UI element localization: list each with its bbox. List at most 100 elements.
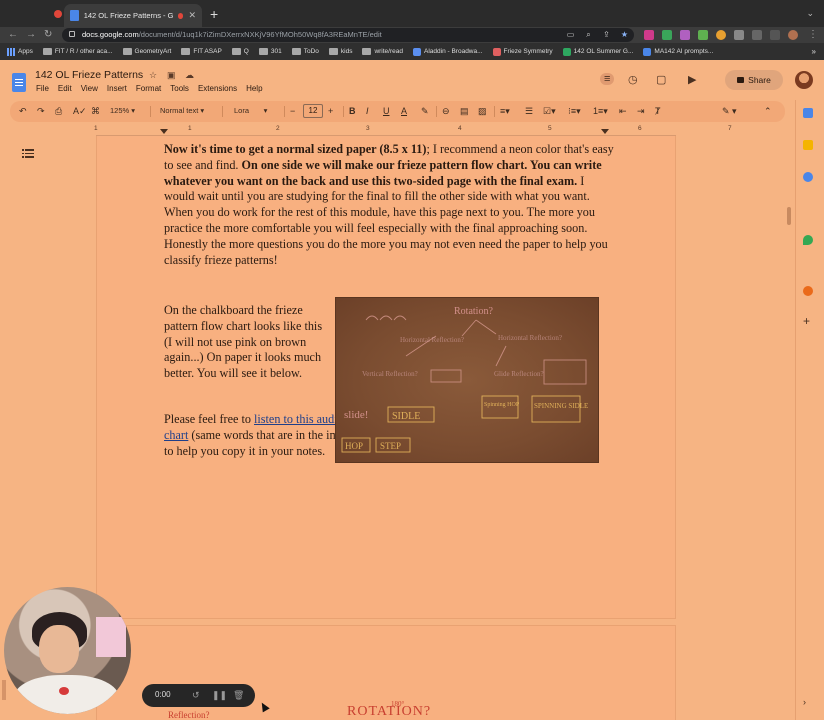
media-icon[interactable] [752, 30, 762, 40]
extensions-puzzle-icon[interactable] [734, 30, 744, 40]
align-icon[interactable]: ≡▾ [500, 105, 510, 117]
spellcheck-icon[interactable]: A✓ [73, 105, 87, 117]
bookmark-folder[interactable]: ToDo [291, 48, 319, 55]
italic-icon[interactable]: I [366, 105, 369, 117]
version-history-icon[interactable]: ◷ [628, 73, 638, 86]
menu-tools[interactable]: Tools [170, 84, 189, 93]
bookmark-link[interactable]: MA142 AI prompts... [643, 47, 713, 56]
kebab-menu-icon[interactable]: ⋮ [808, 28, 818, 42]
clear-formatting-icon[interactable]: Ⱦ [655, 105, 661, 117]
share-page-icon[interactable]: ⇪ [602, 30, 611, 39]
bookmark-star-icon[interactable]: ★ [620, 30, 629, 39]
get-addons-icon[interactable]: + [803, 315, 813, 327]
pinterest-extension-icon[interactable] [644, 30, 654, 40]
cloud-saved-icon[interactable]: ☁ [185, 70, 194, 81]
address-bar[interactable]: docs.google.com/document/d/1uq1k7iZimDXe… [62, 28, 634, 42]
forward-icon[interactable]: → [26, 28, 36, 42]
paragraph-instructions[interactable]: Now it's time to get a normal sized pape… [164, 142, 614, 268]
keep-icon[interactable] [803, 140, 813, 150]
grammar-extension-icon[interactable] [662, 30, 672, 40]
share-button[interactable]: Share [725, 70, 783, 90]
bookmark-folder[interactable]: kids [328, 48, 352, 55]
bold-icon[interactable]: B [349, 105, 356, 117]
underline-icon[interactable]: U [383, 105, 390, 117]
bulleted-list-icon[interactable]: ⁝≡▾ [568, 105, 581, 117]
text-color-icon[interactable]: A [401, 105, 407, 117]
increase-indent-icon[interactable]: ⇥ [637, 105, 645, 117]
print-icon[interactable]: ⎙ [55, 105, 62, 117]
restart-recording-icon[interactable]: ↺ [192, 690, 200, 701]
vertical-scrollbar[interactable] [787, 207, 791, 225]
decrease-indent-icon[interactable]: ⇤ [619, 105, 627, 117]
style-select[interactable]: Normal text ▾ [160, 105, 204, 117]
left-indent-marker[interactable] [160, 129, 168, 134]
back-icon[interactable]: ← [8, 28, 18, 42]
browser-tab-active[interactable]: 142 OL Frieze Patterns - G ✕ [64, 4, 202, 27]
sidebar-icon[interactable] [770, 30, 780, 40]
insert-image-icon[interactable]: ▨ [478, 105, 487, 117]
menu-insert[interactable]: Insert [107, 84, 127, 93]
checklist-icon[interactable]: ☑▾ [543, 105, 556, 117]
bookmark-link[interactable]: Aladdin - Broadwa... [413, 47, 483, 56]
paragraph-chalkboard[interactable]: On the chalkboard the frieze pattern flo… [164, 303, 330, 382]
add-comment-icon[interactable]: ▤ [460, 105, 469, 117]
tab-search-icon[interactable]: ⌄ [806, 8, 814, 19]
menu-format[interactable]: Format [136, 84, 161, 93]
webcam-overlay[interactable] [4, 587, 131, 714]
decrease-font-icon[interactable]: − [290, 105, 295, 117]
bookmark-folder[interactable]: GeometryArt [122, 48, 171, 55]
document-outline-icon[interactable] [22, 148, 34, 158]
tasks-icon[interactable] [803, 172, 813, 182]
right-indent-marker[interactable] [601, 129, 609, 134]
bookmark-folder[interactable]: FIT / R / other aca... [42, 48, 113, 55]
docs-home-icon[interactable] [12, 73, 26, 92]
star-icon[interactable]: ☆ [149, 70, 157, 81]
new-tab-button[interactable]: + [210, 7, 218, 21]
reload-icon[interactable]: ↻ [44, 28, 52, 42]
bookmark-link[interactable]: Frieze Symmetry [492, 47, 553, 56]
redo-icon[interactable]: ↷ [37, 105, 45, 117]
close-tab-icon[interactable]: ✕ [188, 10, 196, 21]
bookmark-link[interactable]: 142 OL Summer G... [562, 47, 633, 56]
meet-video-icon[interactable]: ▶ [688, 73, 696, 86]
increase-font-icon[interactable]: + [328, 105, 333, 117]
delete-recording-icon[interactable]: 🗑 [233, 690, 244, 701]
expand-panel-icon[interactable]: › [803, 697, 813, 707]
comments-icon[interactable]: ▢ [656, 73, 666, 86]
font-select[interactable]: Lora ▾ [234, 105, 267, 117]
move-folder-icon[interactable]: ▣ [167, 70, 176, 81]
menu-view[interactable]: View [81, 84, 98, 93]
bookmark-folder[interactable]: write/read [362, 48, 403, 55]
user-avatar[interactable] [795, 71, 813, 89]
bookmark-folder[interactable]: FIT ASAP [181, 48, 222, 55]
camera-icon[interactable]: ▭ [566, 30, 575, 39]
menu-extensions[interactable]: Extensions [198, 84, 237, 93]
zoom-search-icon[interactable]: ⌕ [584, 30, 593, 39]
profile-avatar-icon[interactable] [788, 30, 798, 40]
undo-icon[interactable]: ↶ [19, 105, 27, 117]
paint-format-icon[interactable]: ⌘ [91, 105, 100, 117]
site-info-icon[interactable] [69, 31, 75, 37]
bookmark-folder[interactable]: 301 [258, 48, 282, 55]
bookmark-apps[interactable]: Apps [7, 47, 33, 56]
bookmark-folder[interactable]: Q [231, 48, 249, 55]
bookmarks-overflow-button[interactable]: » [812, 47, 816, 56]
document-title[interactable]: 142 OL Frieze Patterns [35, 69, 143, 81]
zoom-select[interactable]: 125% ▾ [110, 105, 135, 117]
editing-mode-icon[interactable]: ✎ ▾ [722, 105, 737, 117]
menu-file[interactable]: File [36, 84, 49, 93]
maps-icon[interactable] [803, 235, 813, 245]
meet-controls-icon[interactable]: ≡ [600, 73, 615, 85]
menu-help[interactable]: Help [246, 84, 262, 93]
font-size-input[interactable]: 12 [303, 104, 323, 118]
chrome-extension-icon[interactable] [716, 30, 726, 40]
calendar-icon[interactable] [803, 108, 813, 118]
highlight-icon[interactable]: ✎ [421, 105, 429, 117]
extension-icon[interactable] [680, 30, 690, 40]
line-spacing-icon[interactable]: ☰ [525, 105, 533, 117]
hide-menus-icon[interactable]: ⌃ [764, 105, 772, 117]
menu-edit[interactable]: Edit [58, 84, 72, 93]
numbered-list-icon[interactable]: 1≡▾ [593, 105, 608, 117]
chalkboard-flowchart-image[interactable]: Rotation? Horizontal Reflection? Horizon… [335, 297, 599, 463]
pause-recording-icon[interactable]: ❚❚ [212, 690, 227, 701]
